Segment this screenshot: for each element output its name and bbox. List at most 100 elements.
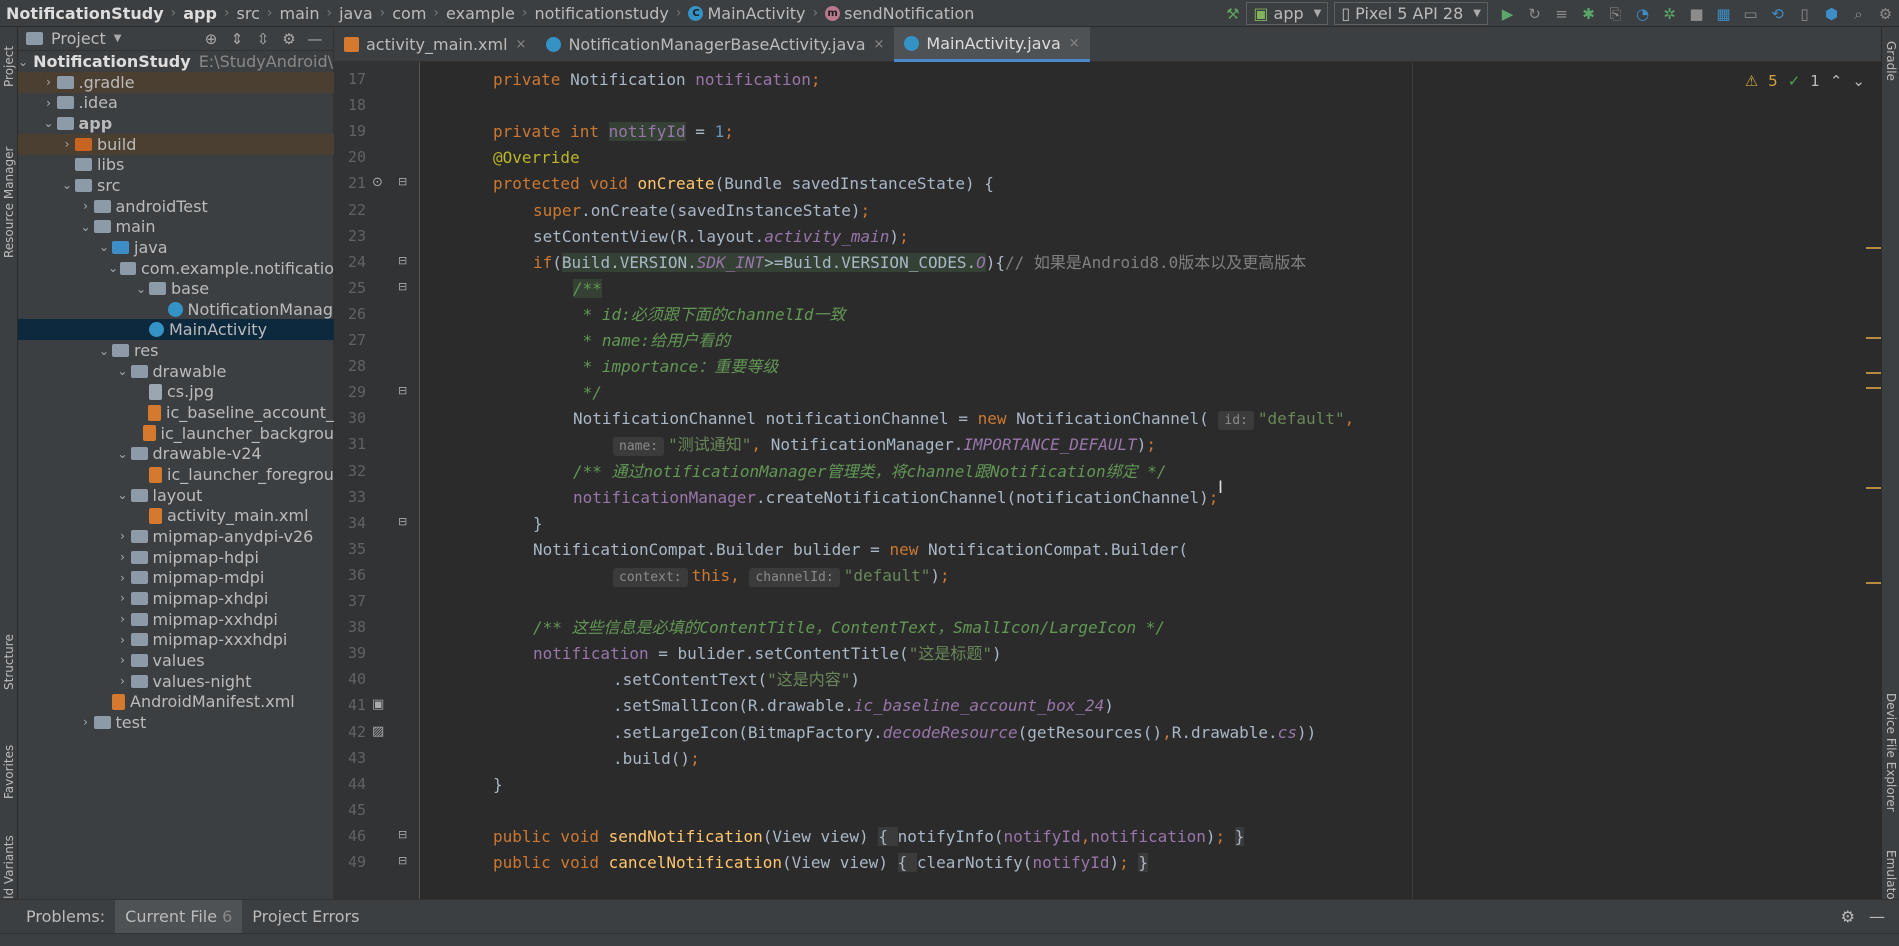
override-icon[interactable]: ⊙ bbox=[372, 175, 383, 190]
tree-item[interactable]: ⌄ main bbox=[18, 216, 334, 237]
tree-item[interactable]: › androidTest bbox=[18, 196, 334, 217]
editor-scrollbar[interactable] bbox=[1866, 62, 1881, 899]
tree-item[interactable]: › mipmap-mdpi bbox=[18, 567, 334, 588]
tree-item[interactable]: › mipmap-xxxhdpi bbox=[18, 629, 334, 650]
tree-item[interactable]: ⌄ layout bbox=[18, 485, 334, 506]
tree-item[interactable]: ⌄ drawable-v24 bbox=[18, 443, 334, 464]
rerun-icon[interactable]: ↻ bbox=[1521, 0, 1548, 27]
tree-item[interactable]: MainActivity bbox=[18, 319, 334, 341]
editor-tab[interactable]: MainActivity.java × bbox=[894, 27, 1090, 62]
chevron-down-icon[interactable]: ⌄ bbox=[18, 55, 28, 69]
avd-manager-icon[interactable]: ▭ bbox=[1737, 0, 1764, 27]
problems-tab[interactable]: Project Errors bbox=[242, 900, 369, 934]
chevron-right-icon[interactable]: › bbox=[115, 571, 131, 585]
chevron-down-icon[interactable]: ⌄ bbox=[115, 447, 131, 461]
breadcrumb-item[interactable]: example bbox=[446, 4, 515, 23]
chevron-down-icon[interactable]: ⌄ bbox=[115, 488, 131, 502]
project-view-select[interactable]: Project bbox=[51, 29, 106, 48]
editor-tab[interactable]: activity_main.xml × bbox=[334, 27, 536, 62]
fold-icon[interactable]: ⊟ bbox=[398, 175, 407, 188]
close-icon[interactable]: × bbox=[516, 37, 527, 52]
chevron-right-icon[interactable]: › bbox=[115, 612, 131, 626]
tree-item[interactable]: › .gradle bbox=[18, 71, 334, 93]
gear-icon[interactable]: ⚙ bbox=[279, 30, 299, 48]
tree-item[interactable]: ⌄ app bbox=[18, 113, 334, 134]
search-icon[interactable]: ⌕ bbox=[1845, 0, 1872, 27]
chevron-down-icon[interactable]: ⌄ bbox=[133, 282, 149, 296]
close-icon[interactable]: × bbox=[1069, 36, 1080, 51]
tree-item[interactable]: › mipmap-xxhdpi bbox=[18, 609, 334, 630]
tree-item[interactable]: ⌄ drawable bbox=[18, 361, 334, 382]
tree-item[interactable]: ic_launcher_backgrou bbox=[18, 423, 334, 444]
tool-tab-structure[interactable]: Structure bbox=[0, 617, 18, 707]
inspection-widget[interactable]: ⚠ 5 ✓ 1 ⌃ ⌄ bbox=[1745, 72, 1865, 90]
tree-item[interactable]: libs bbox=[18, 154, 334, 175]
breadcrumb-item[interactable]: app bbox=[183, 4, 217, 23]
chevron-down-icon[interactable]: ⌄ bbox=[115, 364, 131, 378]
fold-icon[interactable]: ⊟ bbox=[398, 280, 407, 293]
chevron-down-icon[interactable]: ⌄ bbox=[106, 261, 121, 275]
run-icon[interactable]: ▶ bbox=[1494, 0, 1521, 27]
tool-tab-favorites[interactable]: Favorites bbox=[0, 727, 18, 817]
tree-item[interactable]: cs.jpg bbox=[18, 381, 334, 402]
tree-item[interactable]: ic_baseline_account_ bbox=[18, 402, 334, 423]
tree-item[interactable]: activity_main.xml bbox=[18, 505, 334, 526]
tree-item[interactable]: AndroidManifest.xml bbox=[18, 691, 334, 712]
tree-item[interactable]: NotificationManag bbox=[18, 299, 334, 320]
sync-gradle-icon[interactable]: ⟲ bbox=[1764, 0, 1791, 27]
fold-icon[interactable]: ⊟ bbox=[398, 828, 407, 841]
locate-icon[interactable]: ⊕ bbox=[201, 30, 221, 48]
breadcrumb-item[interactable]: src bbox=[237, 4, 260, 23]
chevron-down-icon[interactable]: ⌄ bbox=[59, 178, 75, 192]
hammer-icon[interactable]: ⚒ bbox=[1219, 0, 1246, 27]
attach-debugger-icon[interactable]: ⎘ bbox=[1602, 0, 1629, 27]
chevron-down-icon[interactable]: ⌄ bbox=[78, 220, 94, 234]
tree-item[interactable]: ic_launcher_foregrou bbox=[18, 464, 334, 485]
breadcrumb-item[interactable]: MainActivity bbox=[707, 4, 805, 23]
chevron-right-icon[interactable]: › bbox=[41, 75, 57, 89]
tool-tab-emulator[interactable]: Emulator bbox=[1882, 847, 1899, 907]
apply-changes-icon[interactable]: ≡ bbox=[1548, 0, 1575, 27]
fold-icon[interactable]: ⊟ bbox=[398, 254, 407, 267]
tree-item[interactable]: › values-night bbox=[18, 671, 334, 692]
tree-item[interactable]: › mipmap-xhdpi bbox=[18, 588, 334, 609]
breadcrumb-item[interactable]: main bbox=[280, 4, 320, 23]
fold-icon[interactable]: ⊟ bbox=[398, 854, 407, 867]
tool-tab-resource-manager[interactable]: Resource Manager bbox=[0, 127, 18, 277]
editor-tab[interactable]: NotificationManagerBaseActivity.java × bbox=[536, 27, 894, 62]
hide-icon[interactable]: — bbox=[305, 30, 325, 48]
profile-icon[interactable]: ◔ bbox=[1629, 0, 1656, 27]
tool-tab-project[interactable]: Project bbox=[0, 31, 18, 101]
person-icon[interactable]: ▣ bbox=[372, 697, 384, 712]
chevron-down-icon[interactable]: ⌄ bbox=[41, 116, 57, 130]
gear-icon[interactable]: ⚙ bbox=[1841, 907, 1855, 926]
device-manager-icon[interactable]: ▯ bbox=[1791, 0, 1818, 27]
image-icon[interactable]: ▨ bbox=[372, 724, 384, 739]
fold-icon[interactable]: ⊟ bbox=[398, 515, 407, 528]
breadcrumb-item[interactable]: com bbox=[392, 4, 426, 23]
problems-tab[interactable]: Current File 6 bbox=[115, 899, 243, 934]
close-icon[interactable]: × bbox=[874, 37, 885, 52]
previous-highlight-icon[interactable]: ⌃ bbox=[1830, 72, 1843, 90]
tree-item[interactable]: › build bbox=[18, 133, 334, 155]
tree-item[interactable]: ⌄ java bbox=[18, 237, 334, 258]
fold-icon[interactable]: ⊟ bbox=[398, 384, 407, 397]
device-select[interactable]: ▯ Pixel 5 API 28 ▼ bbox=[1334, 2, 1488, 25]
sdk-manager-icon[interactable]: ⬢ bbox=[1818, 0, 1845, 27]
hide-icon[interactable]: — bbox=[1869, 907, 1885, 926]
tree-item[interactable]: ⌄ com.example.notificatio bbox=[18, 258, 334, 279]
chevron-right-icon[interactable]: › bbox=[59, 137, 75, 151]
tree-item[interactable]: › mipmap-anydpi-v26 bbox=[18, 526, 334, 547]
chevron-right-icon[interactable]: › bbox=[115, 591, 131, 605]
collapse-all-icon[interactable]: ⇳ bbox=[253, 30, 273, 48]
chevron-right-icon[interactable]: › bbox=[115, 550, 131, 564]
tree-item[interactable]: ⌄ base bbox=[18, 278, 334, 299]
breadcrumb-item[interactable]: notificationstudy bbox=[535, 4, 669, 23]
chevron-right-icon[interactable]: › bbox=[41, 96, 57, 110]
chevron-right-icon[interactable]: › bbox=[115, 633, 131, 647]
chevron-right-icon[interactable]: › bbox=[115, 653, 131, 667]
breadcrumb-item[interactable]: sendNotification bbox=[844, 4, 974, 23]
chevron-down-icon[interactable]: ▼ bbox=[114, 33, 122, 44]
tree-item[interactable]: › test bbox=[18, 712, 334, 733]
next-highlight-icon[interactable]: ⌄ bbox=[1852, 72, 1865, 90]
